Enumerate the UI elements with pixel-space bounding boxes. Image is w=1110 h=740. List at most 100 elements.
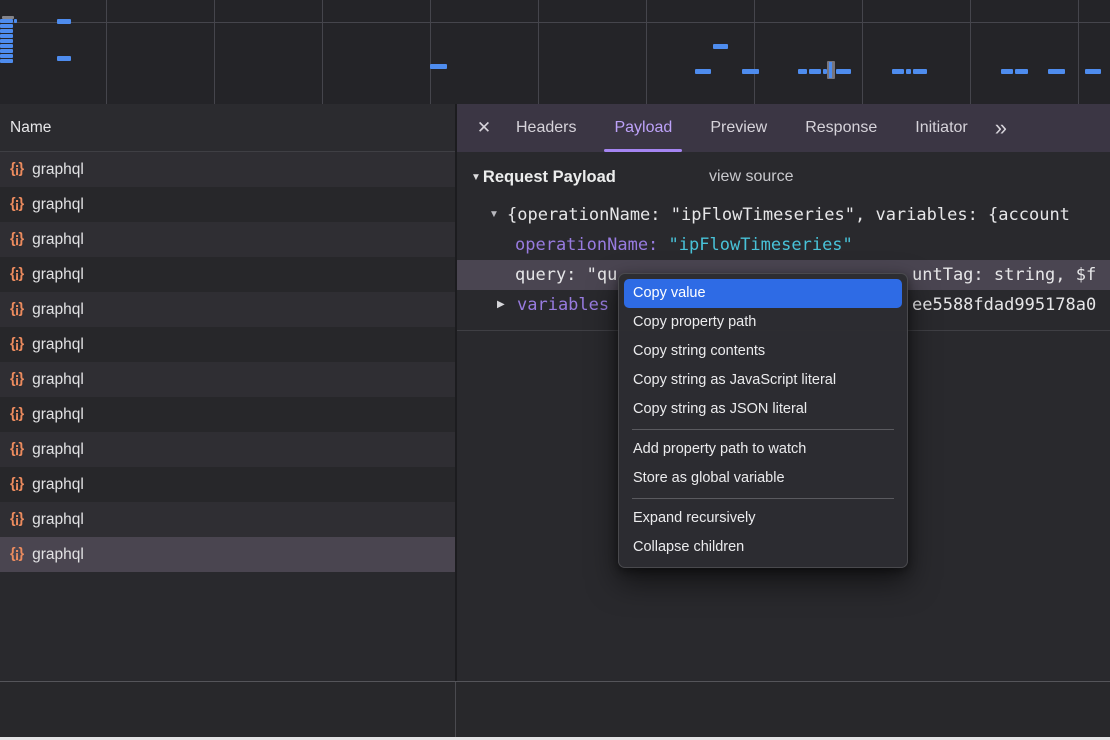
name-column-label: Name — [10, 119, 51, 136]
request-name-label: graphql — [32, 406, 84, 424]
request-timing-bar — [0, 34, 13, 38]
request-name-label: graphql — [32, 476, 84, 494]
context-menu-item[interactable]: Copy string as JavaScript literal — [624, 366, 902, 395]
request-timing-bar — [1001, 69, 1013, 74]
context-menu: Copy valueCopy property pathCopy string … — [618, 273, 908, 568]
request-timing-bar — [0, 29, 13, 33]
request-name-label: graphql — [32, 336, 84, 354]
network-request-row[interactable]: {¡} graphql — [0, 362, 455, 397]
network-request-row[interactable]: {¡} graphql — [0, 257, 455, 292]
more-tabs-icon[interactable]: » — [995, 104, 1007, 152]
request-name-label: graphql — [32, 231, 84, 249]
timeline-gridline — [754, 0, 755, 104]
network-request-row[interactable]: {¡} graphql — [0, 152, 455, 187]
json-request-icon: {¡} — [10, 371, 23, 387]
view-source-link[interactable]: view source — [709, 164, 793, 190]
request-timing-bar — [836, 69, 851, 74]
request-timing-bar — [0, 19, 13, 23]
request-timing-bar — [57, 19, 71, 24]
root-object-preview: {operationName: "ipFlowTimeseries", vari… — [507, 200, 1070, 230]
network-overview-timeline[interactable] — [0, 0, 1110, 105]
payload-operation-row[interactable]: operationName: "ipFlowTimeseries" — [457, 230, 1110, 260]
detail-tab[interactable]: Payload — [601, 104, 685, 152]
request-timing-bar — [1048, 69, 1065, 74]
detail-tabbar: ✕ Headers Payload Preview Response Initi… — [457, 104, 1110, 152]
detail-tab[interactable]: Preview — [697, 104, 780, 152]
devtools-window: Name {¡} graphql {¡} graphql {¡} graphql — [0, 0, 1110, 740]
property-key: query: — [515, 265, 576, 285]
timeline-gridline — [430, 0, 431, 104]
request-timing-bar — [798, 69, 807, 74]
menu-separator — [632, 498, 894, 499]
request-timing-bar — [1085, 69, 1101, 74]
request-name-label: graphql — [32, 161, 84, 179]
network-request-row[interactable]: {¡} graphql — [0, 432, 455, 467]
network-request-row[interactable]: {¡} graphql — [0, 187, 455, 222]
request-timing-bar — [713, 44, 728, 49]
detail-tab[interactable]: Initiator — [902, 104, 980, 152]
network-request-rows: {¡} graphql {¡} graphql {¡} graphql {¡} … — [0, 152, 455, 572]
json-request-icon: {¡} — [10, 196, 23, 212]
detail-tab[interactable]: Response — [792, 104, 890, 152]
request-name-label: graphql — [32, 196, 84, 214]
request-name-label: graphql — [32, 371, 84, 389]
json-request-icon: {¡} — [10, 301, 23, 317]
property-key: variables — [517, 290, 609, 320]
request-name-label: graphql — [32, 511, 84, 529]
request-timing-bar — [0, 54, 13, 58]
network-request-row[interactable]: {¡} graphql — [0, 222, 455, 257]
collapse-triangle-icon: ▼ — [471, 172, 481, 183]
context-menu-item[interactable]: Copy string contents — [624, 337, 902, 366]
detail-tab[interactable]: Headers — [503, 104, 589, 152]
request-timing-bar — [0, 49, 13, 53]
context-menu-item[interactable]: Copy value — [624, 279, 902, 308]
property-key: operationName: — [515, 235, 658, 255]
request-payload-section-header[interactable]: ▼ Request Payload — [471, 164, 616, 190]
property-string-value: "ipFlowTimeseries" — [669, 235, 853, 255]
network-request-row[interactable]: {¡} graphql — [0, 292, 455, 327]
request-timing-bar — [14, 19, 17, 23]
detail-tabs: Headers Payload Preview Response Initiat… — [497, 104, 987, 152]
request-timing-bar — [742, 69, 759, 74]
network-request-row[interactable]: {¡} graphql — [0, 397, 455, 432]
context-menu-item[interactable]: Collapse children — [624, 533, 902, 562]
payload-root-row[interactable]: ▼ {operationName: "ipFlowTimeseries", va… — [457, 200, 1110, 230]
context-menu-item[interactable]: Store as global variable — [624, 464, 902, 493]
request-timing-bar — [1015, 69, 1028, 74]
request-name-label: graphql — [32, 441, 84, 459]
timeline-hover-marker — [827, 61, 835, 79]
timeline-gridline — [538, 0, 539, 104]
json-request-icon: {¡} — [10, 476, 23, 492]
property-value-end: ee5588fdad995178a0 — [912, 290, 1096, 320]
timeline-gridline — [646, 0, 647, 104]
request-name-label: graphql — [32, 301, 84, 319]
network-request-row[interactable]: {¡} graphql — [0, 467, 455, 502]
expanded-triangle-icon[interactable]: ▼ — [489, 200, 499, 230]
network-request-row[interactable]: {¡} graphql — [0, 327, 455, 362]
request-name-label: graphql — [32, 546, 84, 564]
request-name-label: graphql — [32, 266, 84, 284]
json-request-icon: {¡} — [10, 441, 23, 457]
request-timing-bar — [892, 69, 904, 74]
request-timing-bar — [57, 56, 71, 61]
network-request-row[interactable]: {¡} graphql — [0, 502, 455, 537]
network-request-list-panel: Name {¡} graphql {¡} graphql {¡} graphql — [0, 104, 455, 737]
context-menu-item[interactable]: Add property path to watch — [624, 435, 902, 464]
request-timing-bar — [0, 44, 13, 48]
context-menu-item[interactable]: Copy string as JSON literal — [624, 395, 902, 424]
request-timing-bar — [906, 69, 911, 74]
name-column-header[interactable]: Name — [0, 104, 455, 152]
context-menu-item[interactable]: Copy property path — [624, 308, 902, 337]
json-request-icon: {¡} — [10, 266, 23, 282]
network-request-row[interactable]: {¡} graphql — [0, 537, 455, 572]
collapsed-triangle-icon[interactable]: ▶ — [497, 290, 505, 320]
context-menu-item[interactable]: Expand recursively — [624, 504, 902, 533]
close-icon[interactable]: ✕ — [471, 118, 497, 138]
request-timing-bar — [913, 69, 927, 74]
json-request-icon: {¡} — [10, 546, 23, 562]
section-title: Request Payload — [483, 168, 616, 187]
request-timing-bar — [430, 64, 447, 69]
timeline-gridline — [970, 0, 971, 104]
timeline-gridline — [322, 0, 323, 104]
request-timing-bar — [0, 39, 13, 43]
